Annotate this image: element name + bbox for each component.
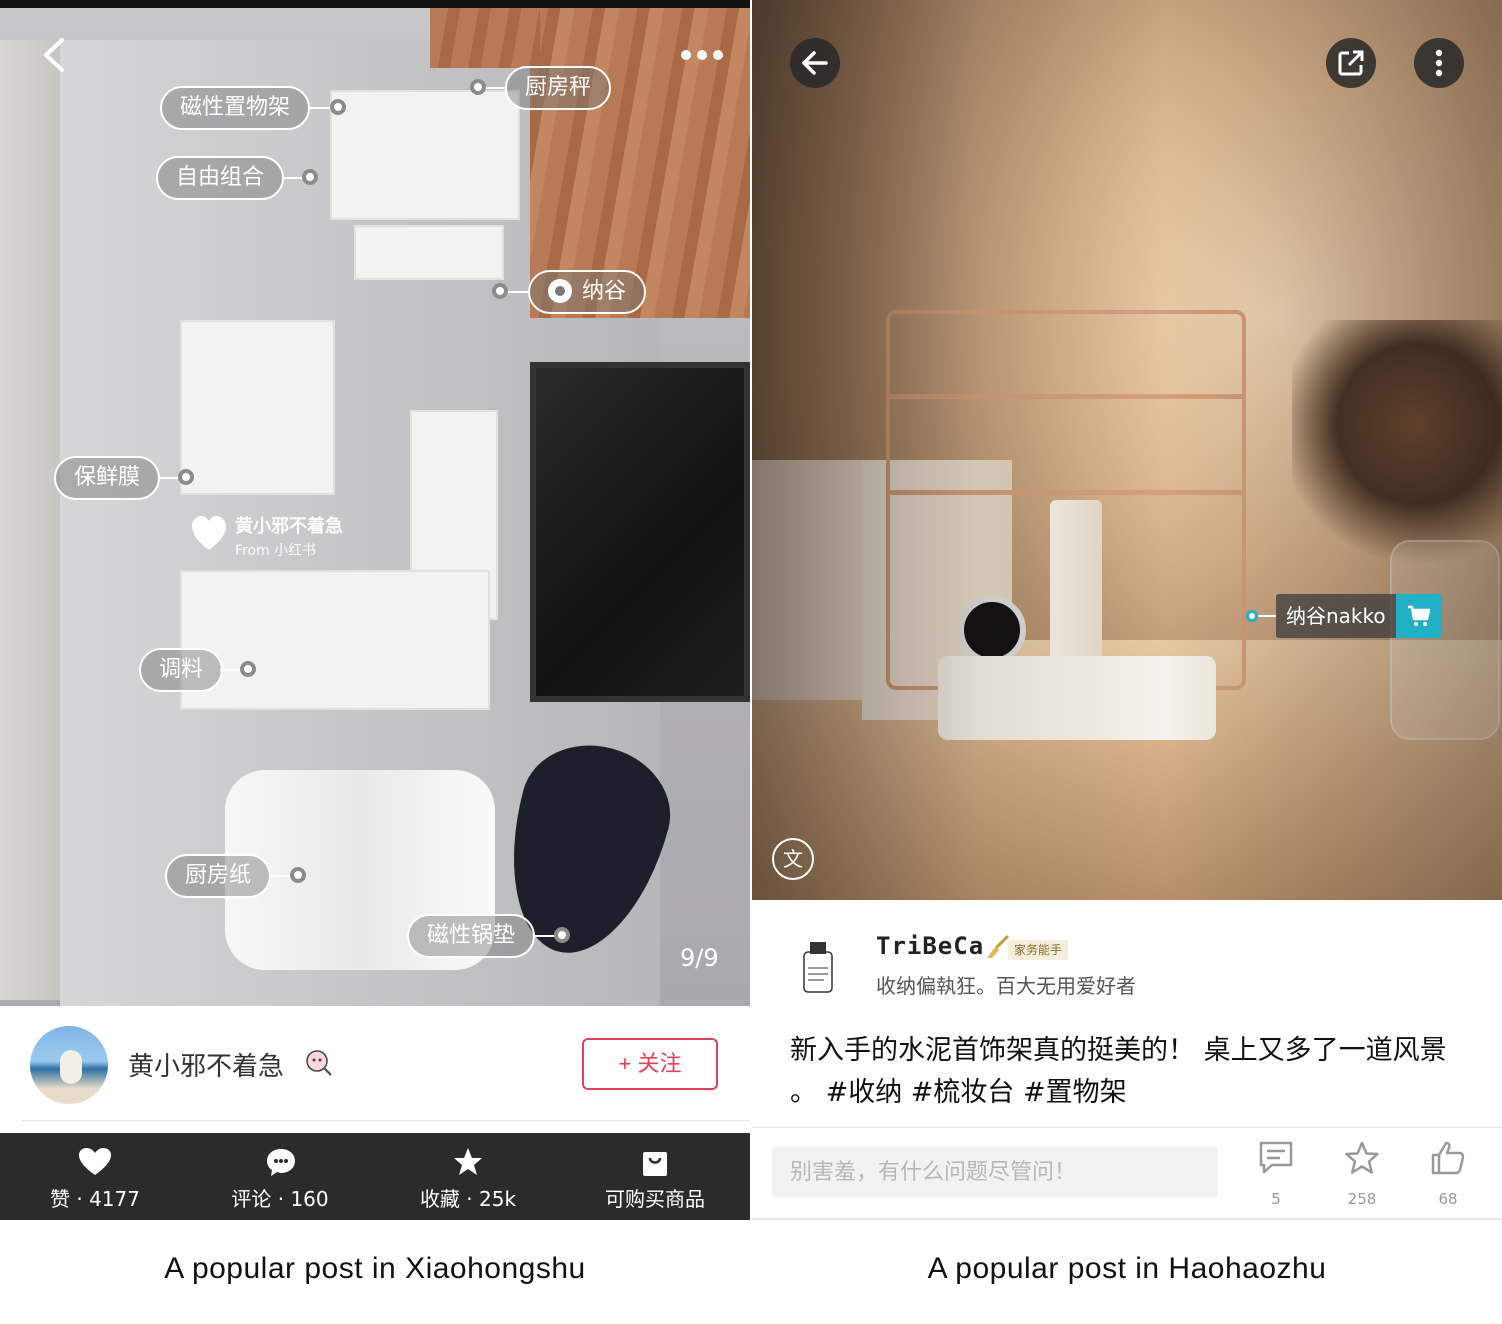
likes-stat[interactable]: 68: [1418, 1140, 1478, 1208]
post-photo[interactable]: 纳谷nakko 文: [752, 0, 1502, 900]
caption-haohaozhu: A popular post in Haohaozhu: [927, 1252, 1327, 1285]
author-name[interactable]: TriBeCa: [876, 932, 984, 960]
star-icon: [1345, 1141, 1379, 1174]
text-mode-button[interactable]: 文: [772, 838, 814, 880]
author-bio: 收纳偏執狂。百大无用爱好者: [876, 974, 1136, 998]
comment-button[interactable]: 评论 · 160: [205, 1133, 355, 1220]
star-icon: [454, 1148, 482, 1175]
follow-button[interactable]: + 关注: [582, 1038, 718, 1090]
more-vertical-icon: [1435, 49, 1443, 77]
product-tag[interactable]: 纳谷nakko: [1276, 594, 1442, 638]
tag-pot-mat[interactable]: 磁性锅垫: [407, 914, 536, 958]
more-icon[interactable]: [680, 48, 724, 62]
author-avatar[interactable]: [796, 934, 840, 996]
username[interactable]: 黄小邪不着急: [128, 1046, 284, 1083]
collect-button[interactable]: 收藏 · 25k: [393, 1133, 543, 1220]
tag-seasoning[interactable]: 调料: [139, 648, 224, 692]
xiaohongshu-post: 磁性置物架 自由组合 厨房秤 纳谷 保鲜膜 调料 厨房纸 磁性锅垫 黄小邪不着急…: [0, 0, 750, 1220]
expert-badge: 家务能手: [1008, 940, 1069, 960]
badge-emoji-icon: [306, 1050, 332, 1076]
cart-button[interactable]: [1395, 594, 1442, 638]
cart-icon: [1407, 605, 1430, 626]
comment-icon: [1259, 1141, 1293, 1174]
thumbs-up-icon: [1431, 1141, 1465, 1175]
tag-wrap[interactable]: 保鲜膜: [54, 456, 161, 500]
comment-icon: [267, 1149, 295, 1176]
back-icon[interactable]: [38, 38, 72, 72]
microwave-image: [530, 362, 750, 702]
like-button[interactable]: 赞 · 4177: [20, 1133, 170, 1220]
broom-icon: [987, 934, 1010, 958]
brand-logo-icon: [548, 279, 572, 303]
favorites-stat[interactable]: 258: [1332, 1140, 1392, 1208]
comment-input[interactable]: [772, 1146, 1218, 1198]
arrow-left-icon: [802, 51, 828, 75]
tag-magnetic-rack[interactable]: 磁性置物架: [160, 86, 311, 130]
post-text: 新入手的水泥首饰架真的挺美的！ 桌上又多了一道风景 。 #收纳 #梳妆台 #置物…: [790, 1035, 1447, 1108]
avatar[interactable]: [30, 1026, 108, 1104]
shop-button[interactable]: 可购买商品: [580, 1133, 730, 1220]
haohaozhu-post: 纳谷nakko 文 TriBeCa 家务能手 收纳偏執狂。百大无用爱好者 新入手…: [752, 0, 1502, 1220]
caption-xiaohongshu: A popular post in Xiaohongshu: [164, 1252, 586, 1285]
back-button[interactable]: [790, 38, 840, 88]
post-photo[interactable]: 磁性置物架 自由组合 厨房秤 纳谷 保鲜膜 调料 厨房纸 磁性锅垫 黄小邪不着急…: [0, 0, 750, 1006]
tag-kitchen-paper[interactable]: 厨房纸: [165, 854, 272, 898]
tag-free-combo[interactable]: 自由组合: [156, 156, 285, 200]
tag-kitchen-scale[interactable]: 厨房秤: [505, 66, 612, 110]
action-bar: 赞 · 4177 评论 · 160 收藏 · 25k 可购买商品: [0, 1133, 750, 1220]
more-button[interactable]: [1414, 38, 1464, 88]
xiaohongshu-heart-icon: [192, 516, 226, 550]
page-counter: 9/9: [680, 944, 719, 972]
share-icon: [1338, 50, 1364, 76]
tag-brand[interactable]: 纳谷: [528, 270, 647, 314]
comments-stat[interactable]: 5: [1246, 1140, 1306, 1208]
shopping-bag-icon: [643, 1152, 667, 1176]
share-button[interactable]: [1326, 38, 1376, 88]
author-row: 黄小邪不着急 + 关注: [0, 1006, 750, 1132]
heart-icon: [79, 1148, 111, 1175]
